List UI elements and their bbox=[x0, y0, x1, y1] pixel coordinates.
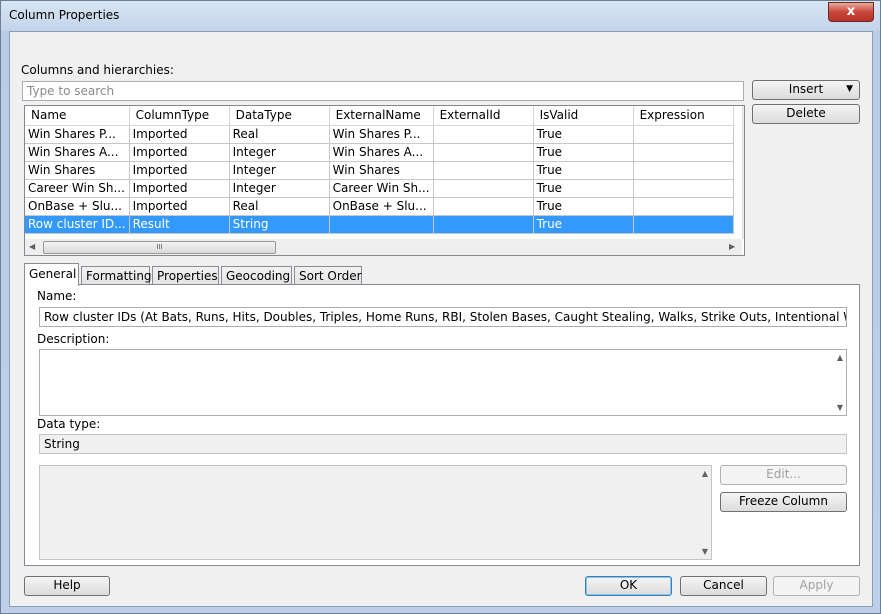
grid-header-externalname[interactable]: ExternalName bbox=[329, 106, 434, 126]
table-cell bbox=[633, 197, 734, 216]
table-cell: Career Win Sh... bbox=[25, 179, 130, 198]
grid-header-datatype[interactable]: DataType bbox=[229, 106, 330, 126]
description-label: Description: bbox=[37, 332, 110, 346]
table-cell bbox=[433, 143, 534, 162]
scroll-down-icon[interactable]: ▼ bbox=[702, 547, 708, 556]
table-cell: Integer bbox=[229, 179, 330, 198]
vertical-scroll-thumb[interactable] bbox=[744, 205, 745, 221]
name-field[interactable]: Row cluster IDs (At Bats, Runs, Hits, Do… bbox=[39, 307, 847, 327]
grid-header-isvalid[interactable]: IsValid bbox=[533, 106, 634, 126]
tab-properties[interactable]: Properties bbox=[152, 266, 219, 285]
column-properties-dialog: Column Properties x Columns and hierarch… bbox=[0, 0, 881, 614]
table-cell: True bbox=[533, 143, 634, 162]
scroll-left-icon[interactable]: ◀ bbox=[29, 242, 35, 251]
general-tab-panel: Name: Row cluster IDs (At Bats, Runs, Hi… bbox=[24, 284, 860, 566]
table-row[interactable]: Win Shares A... Imported Integer Win Shares… bbox=[25, 143, 734, 162]
scroll-right-icon[interactable]: ▶ bbox=[729, 242, 735, 251]
table-cell: Win Shares P... bbox=[329, 125, 434, 144]
table-row[interactable]: Win Shares P... Imported Real Win Shares P.… bbox=[25, 125, 734, 144]
table-cell: Win Shares P... bbox=[25, 125, 130, 144]
table-cell: Win Shares A... bbox=[329, 143, 434, 162]
table-cell bbox=[633, 215, 734, 234]
table-cell: Row cluster ID... bbox=[25, 215, 130, 234]
table-cell: True bbox=[533, 179, 634, 198]
table-row[interactable]: Row cluster ID... Result String True bbox=[25, 215, 734, 234]
table-cell bbox=[433, 179, 534, 198]
dialog-body: Columns and hierarchies: Type to search … bbox=[9, 31, 873, 607]
description-field[interactable]: ▲ ▼ bbox=[39, 349, 847, 416]
table-cell: Imported bbox=[129, 143, 230, 162]
table-cell bbox=[329, 215, 434, 234]
table-cell bbox=[633, 161, 734, 180]
ok-button[interactable]: OK bbox=[585, 576, 672, 596]
table-cell: OnBase + Slu... bbox=[25, 197, 130, 216]
table-row[interactable]: OnBase + Slu... Imported Real OnBase + Slu.… bbox=[25, 197, 734, 216]
table-cell: True bbox=[533, 161, 634, 180]
table-cell bbox=[633, 143, 734, 162]
tab-formatting[interactable]: Formatting bbox=[81, 266, 152, 285]
table-cell: OnBase + Slu... bbox=[329, 197, 434, 216]
search-input[interactable]: Type to search bbox=[22, 81, 744, 101]
window-title: Column Properties bbox=[9, 8, 120, 22]
table-cell: Win Shares bbox=[25, 161, 130, 180]
data-type-field: String bbox=[39, 434, 847, 454]
tab-general[interactable]: General bbox=[24, 263, 79, 286]
scroll-up-icon[interactable]: ▲ bbox=[837, 353, 843, 362]
table-cell bbox=[433, 197, 534, 216]
table-cell bbox=[633, 179, 734, 198]
table-cell: True bbox=[533, 197, 634, 216]
table-cell: True bbox=[533, 215, 634, 234]
table-cell bbox=[433, 215, 534, 234]
dropdown-arrow-icon: ▼ bbox=[846, 84, 853, 94]
data-type-label: Data type: bbox=[37, 417, 101, 431]
horizontal-scroll-thumb[interactable]: III bbox=[43, 241, 276, 254]
columns-table: Name ColumnType DataType ExternalName Extern… bbox=[25, 106, 734, 234]
grid-vertical-scrollbar[interactable]: ▲ ▼ bbox=[742, 106, 745, 239]
grid-header-expression[interactable]: Expression bbox=[633, 106, 734, 126]
grid-header-externalid[interactable]: ExternalId bbox=[433, 106, 534, 126]
grid-header-name[interactable]: Name bbox=[25, 106, 130, 126]
insert-button[interactable]: Insert ▼ bbox=[752, 80, 860, 100]
help-button[interactable]: Help bbox=[24, 576, 110, 596]
extra-properties-area: ▲ ▼ bbox=[39, 465, 712, 560]
scroll-up-icon[interactable]: ▲ bbox=[702, 469, 708, 478]
table-cell: Imported bbox=[129, 179, 230, 198]
scroll-down-icon[interactable]: ▼ bbox=[837, 403, 843, 412]
name-label: Name: bbox=[37, 289, 77, 303]
table-cell: Imported bbox=[129, 161, 230, 180]
freeze-column-button[interactable]: Freeze Column bbox=[720, 492, 847, 512]
table-cell: Real bbox=[229, 197, 330, 216]
table-cell: Imported bbox=[129, 125, 230, 144]
cancel-button[interactable]: Cancel bbox=[680, 576, 767, 596]
grid-header-columntype[interactable]: ColumnType bbox=[129, 106, 230, 126]
tab-sort-order[interactable]: Sort Order bbox=[294, 266, 362, 285]
table-cell: Career Win Sh... bbox=[329, 179, 434, 198]
grid-horizontal-scrollbar[interactable]: ◀ III ▶ bbox=[25, 239, 742, 255]
delete-button[interactable]: Delete bbox=[752, 104, 860, 124]
edit-button[interactable]: Edit... bbox=[720, 465, 847, 485]
insert-button-label: Insert bbox=[788, 82, 824, 96]
table-cell: Imported bbox=[129, 197, 230, 216]
table-cell: Real bbox=[229, 125, 330, 144]
close-button[interactable]: x bbox=[828, 2, 874, 22]
columns-label: Columns and hierarchies: bbox=[21, 63, 174, 77]
table-cell: Win Shares A... bbox=[25, 143, 130, 162]
table-cell bbox=[433, 125, 534, 144]
title-bar: Column Properties x bbox=[1, 1, 880, 31]
grid-header-row: Name ColumnType DataType ExternalName Extern… bbox=[25, 106, 734, 126]
apply-button[interactable]: Apply bbox=[773, 576, 860, 596]
table-cell bbox=[433, 161, 534, 180]
table-cell: Integer bbox=[229, 143, 330, 162]
table-row[interactable]: Win Shares Imported Integer Win Shares True bbox=[25, 161, 734, 180]
table-cell: Result bbox=[129, 215, 230, 234]
table-row[interactable]: Career Win Sh... Imported Integer Career Wi… bbox=[25, 179, 734, 198]
table-cell bbox=[633, 125, 734, 144]
tab-geocoding[interactable]: Geocoding bbox=[221, 266, 292, 285]
table-cell: Win Shares bbox=[329, 161, 434, 180]
columns-grid: Name ColumnType DataType ExternalName Extern… bbox=[24, 105, 745, 256]
table-cell: String bbox=[229, 215, 330, 234]
table-cell: True bbox=[533, 125, 634, 144]
table-cell: Integer bbox=[229, 161, 330, 180]
